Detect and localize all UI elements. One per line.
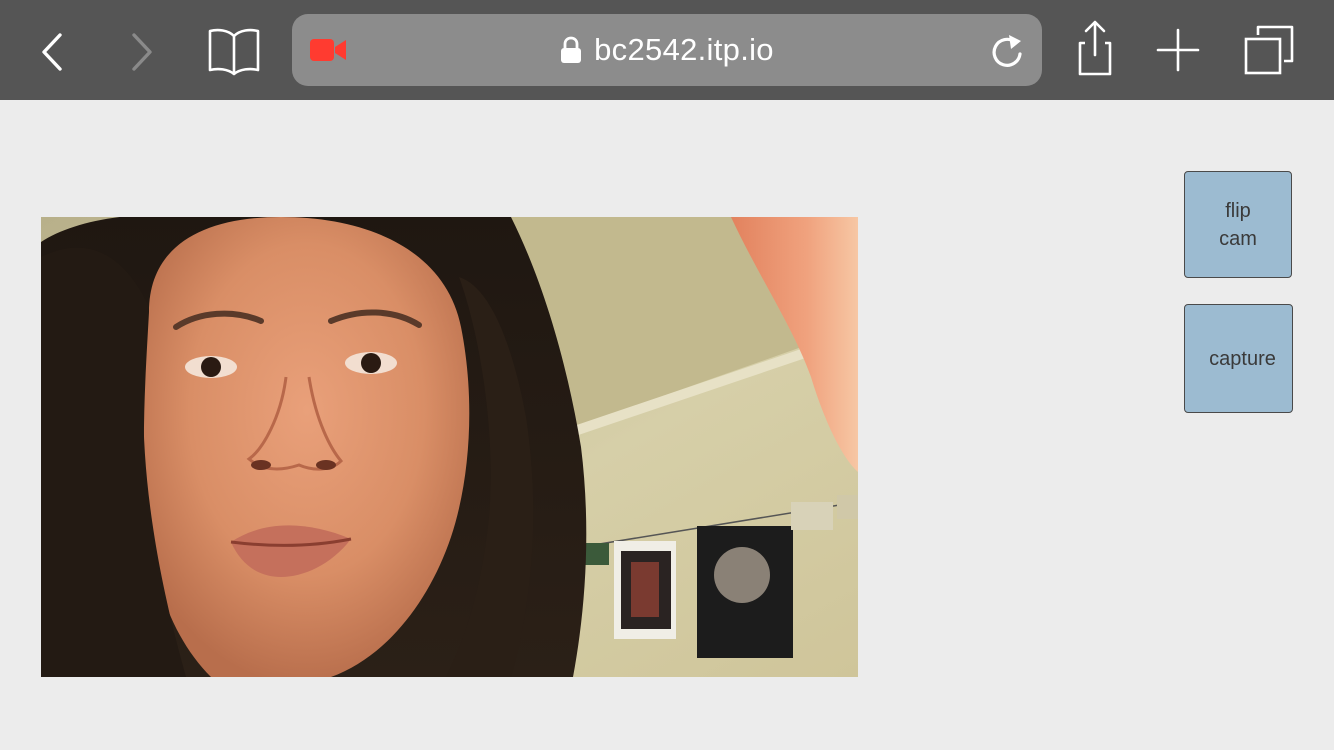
lock-icon: [561, 36, 582, 63]
tabs-button[interactable]: [1240, 22, 1298, 78]
reload-icon: [992, 35, 1022, 67]
url-display: bc2542.itp.io: [292, 14, 1042, 86]
forward-button[interactable]: [120, 25, 164, 79]
camera-preview: [41, 217, 858, 677]
flip-cam-button[interactable]: flip cam: [1184, 171, 1292, 278]
capture-button[interactable]: capture: [1184, 304, 1293, 413]
tabs-icon: [1244, 25, 1294, 75]
flip-cam-label: flip cam: [1219, 199, 1257, 250]
capture-label: capture: [1209, 347, 1276, 370]
camera-feed-image: [41, 217, 858, 677]
share-icon: [1078, 20, 1112, 76]
browser-toolbar: bc2542.itp.io: [0, 0, 1334, 100]
url-text: bc2542.itp.io: [594, 32, 774, 67]
chevron-left-icon: [42, 33, 62, 71]
back-button[interactable]: [30, 25, 74, 79]
address-bar[interactable]: bc2542.itp.io: [292, 14, 1042, 86]
chevron-right-icon: [132, 33, 152, 71]
reload-button[interactable]: [984, 28, 1030, 74]
share-button[interactable]: [1066, 18, 1120, 78]
page-content: flip cam capture: [0, 100, 1334, 750]
plus-icon: [1156, 28, 1200, 72]
bookmarks-button[interactable]: [204, 24, 264, 78]
new-tab-button[interactable]: [1152, 24, 1204, 76]
book-icon: [208, 28, 260, 76]
